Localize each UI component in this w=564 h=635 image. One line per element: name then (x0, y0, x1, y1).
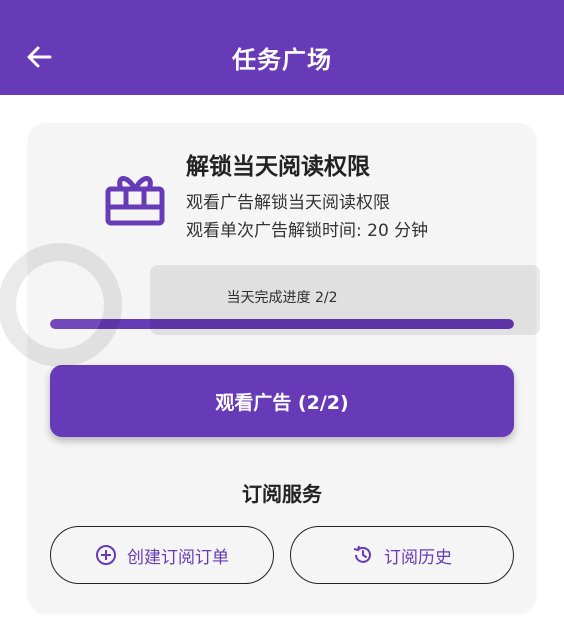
gift-icon (105, 176, 165, 226)
create-subscription-button[interactable]: 创建订阅订单 (50, 526, 274, 584)
progress-fill (50, 319, 514, 329)
app-bar: 任务广场 (0, 0, 564, 95)
card-unlock-time: 观看单次广告解锁时间: 20 分钟 (186, 221, 429, 241)
task-card: 解锁当天阅读权限 观看广告解锁当天阅读权限 观看单次广告解锁时间: 20 分钟 … (28, 123, 536, 613)
progress-bar (50, 319, 514, 329)
watch-ad-button[interactable]: 观看广告 (2/2) (50, 365, 514, 437)
page-title: 任务广场 (232, 46, 332, 74)
subscription-title: 订阅服务 (242, 482, 322, 506)
card-description: 观看广告解锁当天阅读权限 (186, 193, 390, 213)
add-circle-icon (96, 545, 116, 565)
card-title: 解锁当天阅读权限 (186, 154, 370, 180)
progress-label: 当天完成进度 2/2 (226, 290, 338, 306)
create-subscription-label: 创建订阅订单 (127, 547, 229, 568)
subscription-history-button[interactable]: 订阅历史 (290, 526, 514, 584)
history-icon (353, 545, 371, 563)
subscription-history-label: 订阅历史 (384, 547, 452, 568)
